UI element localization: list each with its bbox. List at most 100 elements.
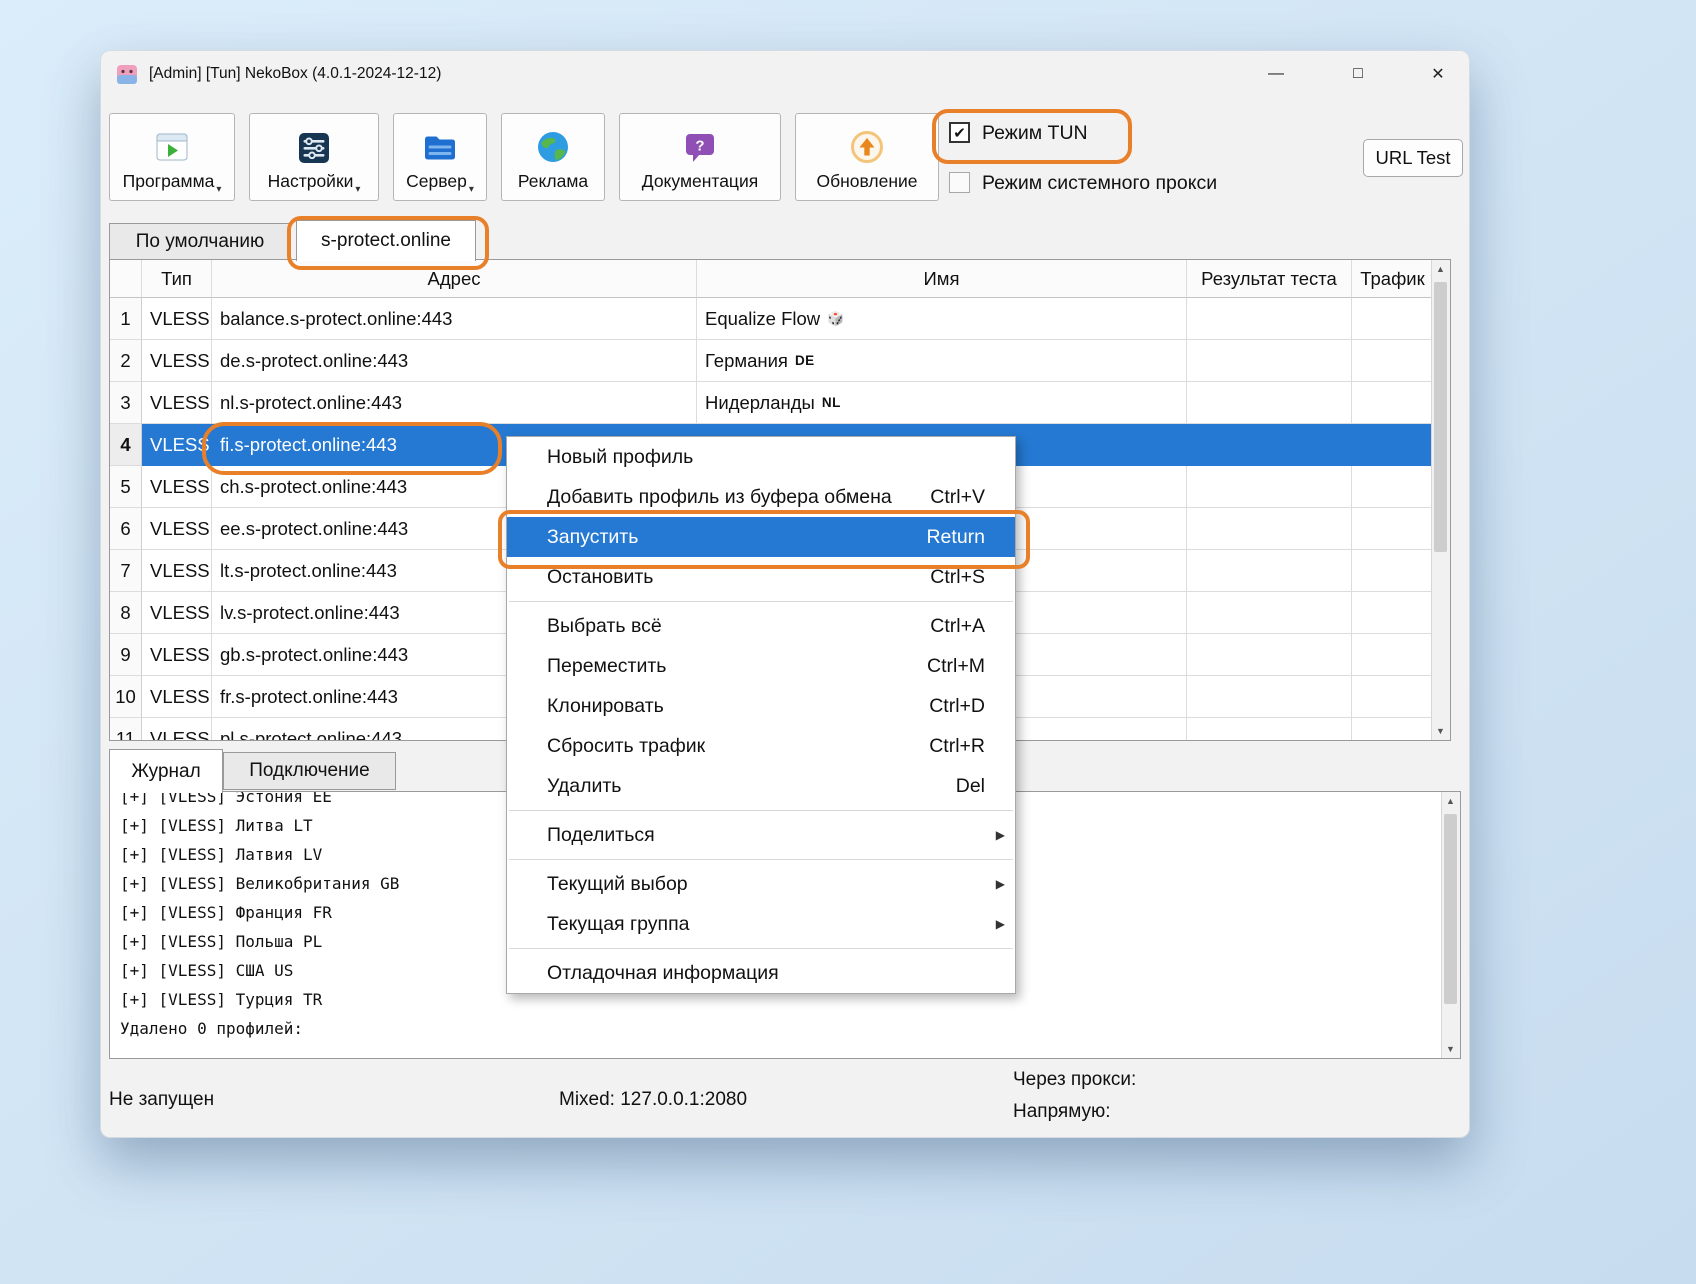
row-number: 1 [110, 298, 142, 340]
toolbar-button-server[interactable]: Сервер▾ [393, 113, 487, 201]
cell-traffic [1352, 592, 1434, 634]
cell-traffic [1352, 340, 1434, 382]
menu-item-add-from-clipboard[interactable]: Добавить профиль из буфера обмена Ctrl+V [507, 477, 1015, 517]
tun-mode-checkbox[interactable]: ✔ [949, 122, 970, 143]
row-number: 7 [110, 550, 142, 592]
cell-traffic [1352, 382, 1434, 424]
window-title: [Admin] [Tun] NekoBox (4.0.1-2024-12-12) [149, 65, 441, 83]
submenu-arrow-icon: ▶ [996, 828, 1005, 842]
menu-item-run[interactable]: Запустить Return [507, 517, 1015, 557]
scroll-down-icon[interactable]: ▼ [1432, 722, 1449, 740]
menu-item-current-group[interactable]: Текущая группа ▶ [507, 904, 1015, 944]
header-cell-name[interactable]: Имя [697, 260, 1187, 298]
log-scrollbar[interactable]: ▲ ▼ [1441, 792, 1460, 1058]
menu-separator [509, 859, 1013, 860]
tun-mode-label: Режим TUN [982, 122, 1088, 145]
flag-badge: NL [822, 395, 841, 410]
app-icon [115, 62, 139, 86]
menu-item-debug-info[interactable]: Отладочная информация [507, 953, 1015, 993]
cell-traffic [1352, 466, 1434, 508]
context-menu: Новый профиль Добавить профиль из буфера… [506, 436, 1016, 994]
cell-type: VLESS [142, 676, 212, 718]
maximize-button[interactable]: □ [1335, 51, 1381, 97]
header-cell-traffic[interactable]: Трафик [1352, 260, 1434, 298]
cell-test-result [1187, 298, 1352, 340]
menu-item-select-all[interactable]: Выбрать всё Ctrl+A [507, 606, 1015, 646]
toolbar-button-docs[interactable]: ? Документация [619, 113, 781, 201]
toolbar-button-label: Реклама [518, 171, 588, 192]
toolbar: Программа▾ Настройки▾ Сервер▾ [109, 113, 939, 201]
toolbar-button-program[interactable]: Программа▾ [109, 113, 235, 201]
table-header: Тип Адрес Имя Результат теста Трафик [110, 260, 1450, 298]
row-number: 6 [110, 508, 142, 550]
row-number: 3 [110, 382, 142, 424]
menu-item-move[interactable]: Переместить Ctrl+M [507, 646, 1015, 686]
cell-name: ГерманияDE [697, 340, 1187, 382]
scrollbar-thumb[interactable] [1444, 814, 1457, 1004]
toolbar-button-ads[interactable]: Реклама [501, 113, 605, 201]
cell-type: VLESS [142, 424, 212, 466]
cell-test-result [1187, 382, 1352, 424]
menu-indicator-icon: ▾ [469, 184, 474, 195]
menu-item-share[interactable]: Поделиться ▶ [507, 815, 1015, 855]
table-row[interactable]: 3 VLESS nl.s-protect.online:443 Нидерлан… [110, 382, 1450, 424]
header-cell-type[interactable]: Тип [142, 260, 212, 298]
cell-type: VLESS [142, 508, 212, 550]
cell-type: VLESS [142, 298, 212, 340]
status-mixed-listen: Mixed: 127.0.0.1:2080 [559, 1089, 747, 1111]
menu-item-new-profile[interactable]: Новый профиль [507, 437, 1015, 477]
cell-test-result [1187, 634, 1352, 676]
svg-text:?: ? [695, 138, 704, 155]
table-scrollbar[interactable]: ▲ ▼ [1431, 260, 1450, 740]
cell-traffic [1352, 634, 1434, 676]
header-cell-test-result[interactable]: Результат теста [1187, 260, 1352, 298]
cell-address: de.s-protect.online:443 [212, 340, 697, 382]
app-window: [Admin] [Tun] NekoBox (4.0.1-2024-12-12)… [100, 50, 1470, 1138]
menu-separator [509, 601, 1013, 602]
tab-s-protect-group[interactable]: s-protect.online [296, 220, 476, 261]
submenu-arrow-icon: ▶ [996, 917, 1005, 931]
check-icon: ✔ [953, 124, 966, 142]
tab-default-group[interactable]: По умолчанию [109, 223, 291, 261]
settings-icon [297, 132, 331, 164]
cell-test-result [1187, 466, 1352, 508]
log-tab-journal[interactable]: Журнал [109, 749, 223, 793]
scroll-down-icon[interactable]: ▼ [1442, 1040, 1459, 1058]
system-proxy-checkbox[interactable] [949, 172, 970, 193]
cell-type: VLESS [142, 718, 212, 741]
row-number: 4 [110, 424, 142, 466]
cell-test-result [1187, 424, 1352, 466]
cell-type: VLESS [142, 466, 212, 508]
submenu-arrow-icon: ▶ [996, 877, 1005, 891]
status-state: Не запущен [109, 1089, 214, 1111]
table-row[interactable]: 1 VLESS balance.s-protect.online:443 Equ… [110, 298, 1450, 340]
cell-traffic [1352, 298, 1434, 340]
cell-test-result [1187, 676, 1352, 718]
log-tab-connections[interactable]: Подключение [223, 752, 396, 790]
menu-indicator-icon: ▾ [355, 184, 360, 195]
menu-item-clone[interactable]: Клонировать Ctrl+D [507, 686, 1015, 726]
scroll-up-icon[interactable]: ▲ [1432, 260, 1449, 278]
menu-item-stop[interactable]: Остановить Ctrl+S [507, 557, 1015, 597]
cell-type: VLESS [142, 550, 212, 592]
close-button[interactable]: ✕ [1415, 51, 1461, 97]
minimize-button[interactable]: — [1253, 51, 1299, 97]
toolbar-button-label: Сервер [406, 171, 467, 192]
cell-traffic [1352, 676, 1434, 718]
docs-icon: ? [683, 132, 717, 164]
server-icon [422, 132, 458, 164]
scroll-up-icon[interactable]: ▲ [1442, 792, 1459, 810]
toolbar-button-update[interactable]: Обновление [795, 113, 939, 201]
scrollbar-thumb[interactable] [1434, 282, 1447, 552]
header-cell-address[interactable]: Адрес [212, 260, 697, 298]
cell-test-result [1187, 592, 1352, 634]
url-test-button[interactable]: URL Test [1363, 139, 1463, 177]
menu-item-current-select[interactable]: Текущий выбор ▶ [507, 864, 1015, 904]
cell-type: VLESS [142, 382, 212, 424]
menu-item-delete[interactable]: Удалить Del [507, 766, 1015, 806]
toolbar-button-settings[interactable]: Настройки▾ [249, 113, 379, 201]
menu-item-reset-traffic[interactable]: Сбросить трафик Ctrl+R [507, 726, 1015, 766]
cell-test-result [1187, 508, 1352, 550]
table-row[interactable]: 2 VLESS de.s-protect.online:443 Германия… [110, 340, 1450, 382]
cell-traffic [1352, 550, 1434, 592]
